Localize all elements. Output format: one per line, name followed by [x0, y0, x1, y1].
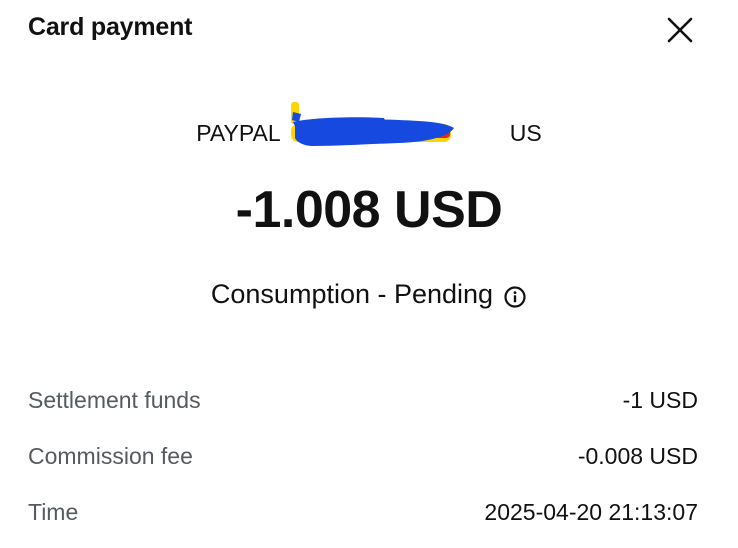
- transaction-details: Settlement funds -1 USD Commission fee -…: [28, 372, 698, 540]
- transaction-status: Consumption - Pending: [210, 279, 494, 309]
- detail-value: -1 USD: [622, 386, 698, 413]
- transaction-status-row: Consumption - Pending: [0, 276, 738, 312]
- detail-value: 2025-04-20 21:13:07: [484, 498, 698, 525]
- card-payment-panel: Card payment PAYPAL US -1.008 USD Consum…: [0, 0, 738, 548]
- page-title: Card payment: [28, 13, 193, 41]
- detail-label: Settlement funds: [28, 386, 201, 413]
- detail-label: Time: [28, 498, 79, 525]
- close-button[interactable]: [662, 12, 698, 48]
- detail-value: -0.008 USD: [577, 442, 698, 469]
- detail-row-settlement: Settlement funds -1 USD: [28, 372, 698, 428]
- detail-label: Commission fee: [28, 442, 193, 469]
- detail-row-time: Time 2025-04-20 21:13:07: [28, 484, 698, 540]
- info-icon[interactable]: [503, 282, 527, 308]
- redaction-scribble: [291, 102, 455, 146]
- close-icon: [667, 17, 693, 43]
- transaction-amount: -1.008 USD: [235, 181, 503, 239]
- merchant-name-row: PAYPAL US: [0, 102, 738, 150]
- detail-row-commission: Commission fee -0.008 USD: [28, 428, 698, 484]
